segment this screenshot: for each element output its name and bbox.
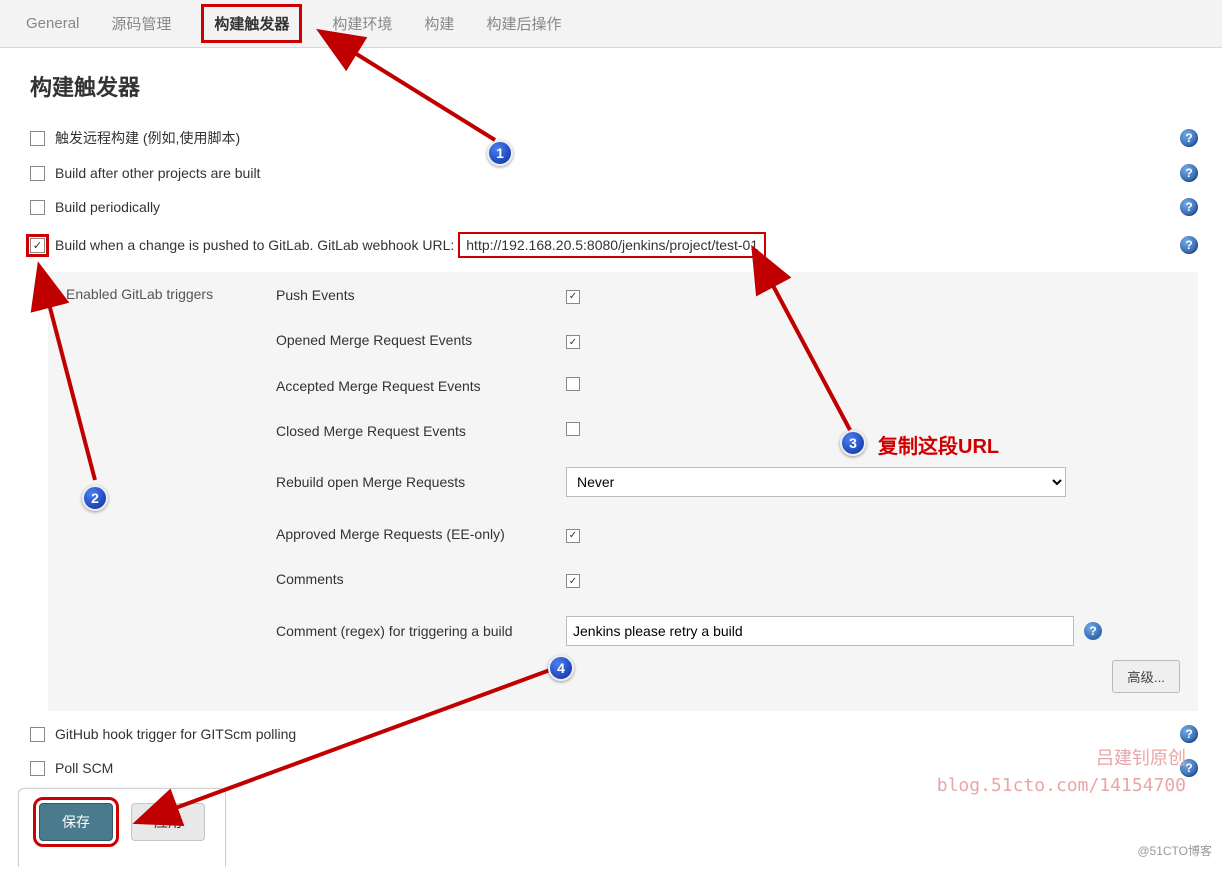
help-icon[interactable]: ? [1180, 236, 1198, 254]
tab-post-build[interactable]: 构建后操作 [484, 9, 563, 38]
checkbox-trigger-remote[interactable] [30, 131, 45, 146]
label-accepted-mr: Accepted Merge Request Events [276, 378, 566, 394]
gitlab-triggers-header: Enabled GitLab triggers [66, 286, 276, 302]
row-gitlab-push: Build when a change is pushed to GitLab.… [24, 224, 1198, 266]
config-tabbar: General 源码管理 构建触发器 构建环境 构建 构建后操作 [0, 0, 1222, 48]
label-trigger-remote: 触发远程构建 (例如,使用脚本) [55, 128, 240, 148]
tab-build-env[interactable]: 构建环境 [330, 9, 394, 38]
help-icon[interactable]: ? [1180, 129, 1198, 147]
row-build-periodically: Build periodically ? [24, 190, 1198, 224]
checkbox-build-periodically[interactable] [30, 200, 45, 215]
advanced-button[interactable]: 高级... [1112, 660, 1180, 693]
content-area: 构建触发器 触发远程构建 (例如,使用脚本) ? Build after oth… [0, 48, 1222, 785]
label-rebuild-open-mr: Rebuild open Merge Requests [276, 474, 566, 490]
tab-general[interactable]: General [24, 11, 81, 36]
label-comments: Comments [276, 571, 566, 587]
help-icon[interactable]: ? [1180, 725, 1198, 743]
watermark-corner: @51CTO博客 [1137, 842, 1212, 859]
annotation-text-copy-url: 复制这段URL [878, 430, 999, 459]
checkbox-push-events[interactable] [566, 290, 580, 304]
row-trigger-remote: 触发远程构建 (例如,使用脚本) ? [24, 120, 1198, 156]
section-title: 构建触发器 [30, 70, 1198, 102]
annotation-badge-3: 3 [840, 430, 866, 456]
checkbox-approved-mr[interactable] [566, 529, 580, 543]
label-approved-mr: Approved Merge Requests (EE-only) [276, 526, 566, 542]
label-opened-mr: Opened Merge Request Events [276, 332, 566, 348]
label-github-hook: GitHub hook trigger for GITScm polling [55, 726, 296, 742]
checkbox-github-hook[interactable] [30, 727, 45, 742]
checkbox-closed-mr[interactable] [566, 422, 580, 436]
checkbox-accepted-mr[interactable] [566, 377, 580, 391]
label-gitlab-push: Build when a change is pushed to GitLab.… [55, 237, 454, 253]
help-icon[interactable]: ? [1180, 198, 1198, 216]
checkbox-comments[interactable] [566, 574, 580, 588]
annotation-badge-1: 1 [487, 140, 513, 166]
tab-build-triggers[interactable]: 构建触发器 [201, 4, 302, 43]
label-closed-mr: Closed Merge Request Events [276, 423, 566, 439]
gitlab-triggers-panel: Enabled GitLab triggers Push Events Open… [48, 272, 1198, 711]
label-push-events: Push Events [276, 287, 566, 303]
help-icon[interactable]: ? [1180, 164, 1198, 182]
tab-scm[interactable]: 源码管理 [109, 9, 173, 38]
annotation-badge-2: 2 [82, 485, 108, 511]
label-build-periodically: Build periodically [55, 199, 160, 215]
label-build-after: Build after other projects are built [55, 165, 260, 181]
annotation-badge-4: 4 [548, 655, 574, 681]
checkbox-opened-mr[interactable] [566, 335, 580, 349]
input-comment-regex[interactable] [566, 616, 1074, 646]
row-build-after: Build after other projects are built ? [24, 156, 1198, 190]
tab-build[interactable]: 构建 [422, 9, 456, 38]
label-comment-regex: Comment (regex) for triggering a build [276, 623, 566, 639]
checkbox-build-after[interactable] [30, 166, 45, 181]
checkbox-poll-scm[interactable] [30, 761, 45, 776]
checkbox-gitlab-push[interactable] [30, 238, 45, 253]
apply-button[interactable]: 应用 [131, 803, 205, 841]
footer-action-bar: 保存 应用 [18, 788, 226, 867]
help-icon[interactable]: ? [1084, 622, 1102, 640]
watermark-author: 吕建钊原创 blog.51cto.com/14154700 [937, 745, 1186, 799]
save-button[interactable]: 保存 [39, 803, 113, 841]
gitlab-webhook-url: http://192.168.20.5:8080/jenkins/project… [458, 232, 766, 258]
label-poll-scm: Poll SCM [55, 760, 113, 776]
select-rebuild-open-mr[interactable]: Never [566, 467, 1066, 497]
